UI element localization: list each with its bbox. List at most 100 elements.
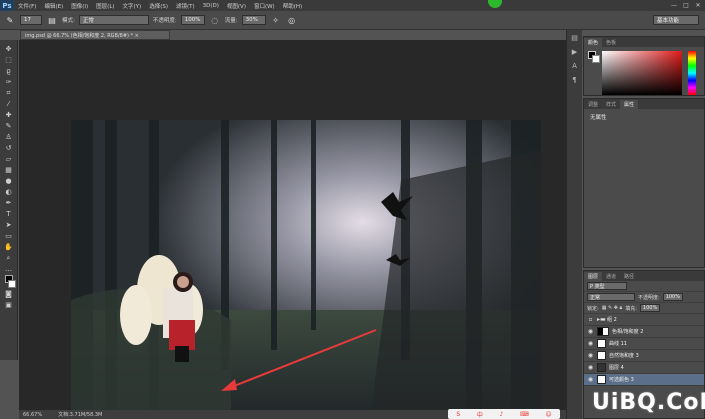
tray-icon[interactable]: ♪ bbox=[500, 411, 504, 418]
layer-row[interactable]: ◉ 曲线 11 bbox=[584, 338, 704, 350]
blur-tool-icon[interactable]: ● bbox=[3, 176, 15, 186]
menu-type[interactable]: 文字(Y) bbox=[119, 2, 146, 10]
paragraph-panel-icon[interactable]: ¶ bbox=[570, 76, 580, 86]
menu-image[interactable]: 图像(I) bbox=[67, 2, 92, 10]
move-tool-icon[interactable]: ✥ bbox=[3, 44, 15, 54]
history-brush-tool-icon[interactable]: ↺ bbox=[3, 143, 15, 153]
quick-select-tool-icon[interactable]: ✑ bbox=[3, 77, 15, 87]
visibility-eye-icon[interactable]: ◉ bbox=[587, 352, 594, 359]
site-watermark: UiBQ.CoM bbox=[592, 390, 705, 415]
layer-row[interactable]: ▫ ▸▬ 组 2 bbox=[584, 314, 704, 326]
window-controls: — □ ✕ bbox=[669, 1, 703, 9]
menu-3d[interactable]: 3D(D) bbox=[199, 3, 223, 9]
eraser-tool-icon[interactable]: ▱ bbox=[3, 154, 15, 164]
tray-icon[interactable]: ⌨ bbox=[520, 411, 529, 418]
color-picker-field[interactable] bbox=[602, 51, 682, 95]
lasso-tool-icon[interactable]: ϱ bbox=[3, 66, 15, 76]
background-color-swatch[interactable] bbox=[7, 280, 16, 288]
mode-label: 模式: bbox=[62, 18, 75, 24]
canvas-area[interactable] bbox=[19, 40, 574, 412]
visibility-eye-icon[interactable]: ◉ bbox=[587, 328, 594, 335]
layer-row[interactable]: ◉ 图层 4 bbox=[584, 362, 704, 374]
character-panel-icon[interactable]: A bbox=[570, 62, 580, 72]
dodge-tool-icon[interactable]: ◐ bbox=[3, 187, 15, 197]
crop-tool-icon[interactable]: ⌗ bbox=[3, 88, 15, 98]
folder-icon: ▸▬ bbox=[597, 316, 606, 323]
menu-window[interactable]: 窗口(W) bbox=[250, 2, 279, 10]
visibility-eye-icon[interactable]: ◉ bbox=[587, 364, 594, 371]
hand-tool-icon[interactable]: ✋ bbox=[3, 242, 15, 252]
visibility-eye-icon[interactable]: ◉ bbox=[587, 340, 594, 347]
tab-channels[interactable]: 通道 bbox=[602, 272, 620, 281]
minimize-button[interactable]: — bbox=[669, 1, 679, 9]
layer-row-selected[interactable]: ◉ 可选颜色 3 bbox=[584, 374, 704, 386]
healing-tool-icon[interactable]: ✚ bbox=[3, 110, 15, 120]
zoom-tool-icon[interactable]: ⌕ bbox=[3, 253, 15, 263]
tray-icon[interactable]: ☺ bbox=[545, 411, 551, 418]
layer-thumbnail bbox=[597, 363, 606, 372]
background-color-chip[interactable] bbox=[592, 55, 600, 63]
hue-slider[interactable] bbox=[688, 51, 696, 95]
pressure-opacity-icon[interactable]: ◌ bbox=[209, 14, 221, 26]
pen-tool-icon[interactable]: ✒ bbox=[3, 198, 15, 208]
flow-label: 流量: bbox=[224, 18, 238, 24]
menu-file[interactable]: 文件(F) bbox=[14, 2, 40, 10]
path-select-tool-icon[interactable]: ➤ bbox=[3, 220, 15, 230]
layer-row[interactable]: ◉ 自然饱和度 3 bbox=[584, 350, 704, 362]
menu-help[interactable]: 帮助(H) bbox=[279, 2, 306, 10]
layers-panel-tabs: 图层 通道 路径 bbox=[584, 271, 704, 281]
menu-edit[interactable]: 编辑(E) bbox=[40, 2, 67, 10]
history-panel-icon[interactable]: ▤ bbox=[570, 34, 580, 44]
flow-input[interactable]: 30% bbox=[241, 15, 266, 25]
type-tool-icon[interactable]: T bbox=[3, 209, 15, 219]
airbrush-icon[interactable]: ✧ bbox=[270, 14, 282, 26]
marquee-tool-icon[interactable]: ⬚ bbox=[3, 55, 15, 65]
tray-icon[interactable]: S bbox=[456, 411, 460, 418]
visibility-eye-icon[interactable]: ◉ bbox=[587, 376, 594, 383]
gradient-tool-icon[interactable]: ▦ bbox=[3, 165, 15, 175]
lock-icons[interactable]: ▦ ✎ ✥ 🔒︎ bbox=[602, 305, 623, 311]
menu-view[interactable]: 视图(V) bbox=[223, 2, 250, 10]
actions-panel-icon[interactable]: ▶ bbox=[570, 48, 580, 58]
layer-row[interactable]: ◉ 色相/饱和度 2 bbox=[584, 326, 704, 338]
pressure-size-icon[interactable]: ◎ bbox=[286, 14, 298, 26]
layer-name: 图层 4 bbox=[609, 365, 624, 371]
blend-mode-select[interactable]: 正常 bbox=[587, 293, 635, 301]
workspace-select[interactable]: 基本功能 bbox=[653, 15, 699, 25]
brush-preset-picker[interactable]: 17 bbox=[20, 15, 42, 25]
quick-mask-icon[interactable]: ◙ bbox=[3, 289, 15, 299]
fill-input[interactable]: 100% bbox=[639, 304, 660, 312]
layer-name: 可选颜色 3 bbox=[609, 377, 634, 383]
no-properties-text: 无属性 bbox=[590, 115, 607, 121]
menu-filter[interactable]: 滤镜(T) bbox=[172, 2, 199, 10]
menu-select[interactable]: 选择(S) bbox=[145, 2, 172, 10]
lock-label: 锁定: bbox=[587, 305, 599, 312]
brush-tool-icon[interactable]: ✎ bbox=[4, 14, 16, 26]
menu-layer[interactable]: 图层(L) bbox=[92, 2, 118, 10]
screen-mode-icon[interactable]: ▣ bbox=[3, 300, 15, 310]
maximize-button[interactable]: □ bbox=[681, 1, 691, 9]
tab-styles[interactable]: 样式 bbox=[602, 100, 620, 109]
mode-select[interactable]: 正常 bbox=[78, 15, 149, 25]
visibility-eye-icon[interactable]: ▫ bbox=[587, 316, 594, 323]
close-button[interactable]: ✕ bbox=[693, 1, 703, 9]
document-size: 文档:3.71M/58.3M bbox=[58, 412, 103, 418]
tab-swatches[interactable]: 色板 bbox=[602, 38, 620, 47]
opacity-input[interactable]: 100% bbox=[180, 15, 205, 25]
more-tools-icon[interactable]: … bbox=[3, 264, 15, 274]
brush-panel-icon[interactable]: ▤ bbox=[46, 14, 58, 26]
shape-tool-icon[interactable]: ▭ bbox=[3, 231, 15, 241]
tab-paths[interactable]: 路径 bbox=[620, 272, 638, 281]
tray-icon[interactable]: 中 bbox=[477, 410, 483, 419]
tab-layers[interactable]: 图层 bbox=[584, 272, 603, 281]
layer-opacity-input[interactable]: 100% bbox=[662, 293, 683, 301]
brush-tool-icon[interactable]: ✎ bbox=[3, 121, 15, 131]
tab-properties[interactable]: 属性 bbox=[620, 100, 639, 109]
zoom-level[interactable]: 66.67% bbox=[23, 412, 42, 418]
clone-stamp-tool-icon[interactable]: ♙ bbox=[3, 132, 15, 142]
layer-filter-select[interactable]: P 类型 bbox=[587, 282, 627, 290]
tab-adjustments[interactable]: 调整 bbox=[584, 100, 602, 109]
eyedropper-tool-icon[interactable]: ⁄ bbox=[3, 99, 15, 109]
document-tab[interactable]: img.psd @ 66.7% (色相/饱和度 2, RGB/8#) * × bbox=[20, 30, 170, 40]
tab-color[interactable]: 颜色 bbox=[584, 38, 603, 47]
